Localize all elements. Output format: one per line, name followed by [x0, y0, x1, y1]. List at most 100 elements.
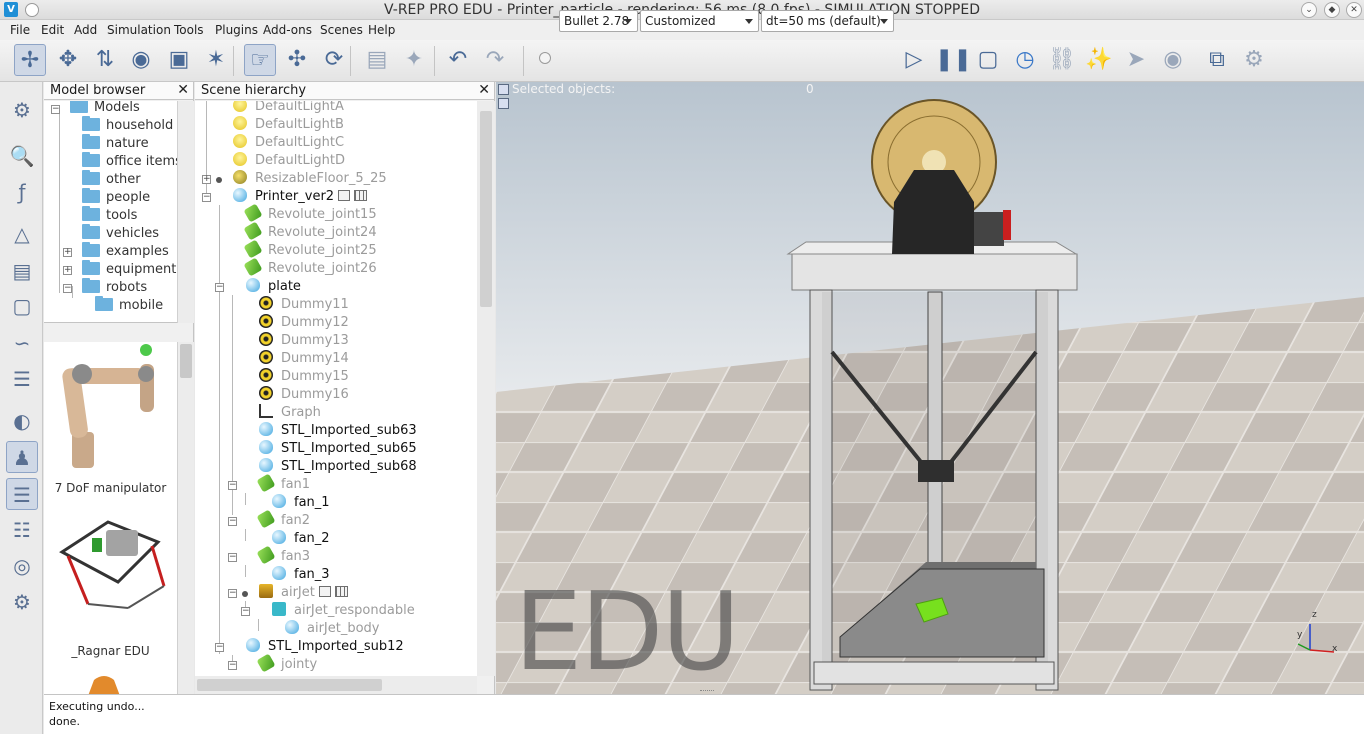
- tree-item-office-items[interactable]: office items: [82, 152, 177, 171]
- assemble-icon[interactable]: ▤: [361, 44, 393, 76]
- scene-tree-vscrollbar[interactable]: [477, 101, 495, 676]
- collapse-icon[interactable]: −: [202, 193, 211, 202]
- thumbnail-scrollbar[interactable]: [177, 342, 194, 694]
- collapse-icon[interactable]: −: [63, 284, 72, 293]
- scene-item-printer[interactable]: Printer_ver2: [233, 188, 368, 206]
- expand-icon[interactable]: +: [202, 175, 211, 184]
- scene-item-dummy[interactable]: Dummy11: [259, 296, 349, 314]
- menu-plugins[interactable]: Plugins: [215, 23, 258, 37]
- object-shift-icon[interactable]: ✣: [281, 44, 313, 76]
- selection-icon[interactable]: ▤: [6, 255, 38, 287]
- video-recorder-icon[interactable]: ◎: [6, 550, 38, 582]
- redo-icon[interactable]: ↷: [479, 44, 511, 76]
- scene-item-light[interactable]: DefaultLightD: [233, 152, 345, 170]
- scene-tree-hscrollbar[interactable]: [195, 676, 477, 694]
- object-rotate-icon[interactable]: ⟳: [318, 44, 350, 76]
- slow-down-icon[interactable]: ⛓: [1046, 44, 1078, 76]
- scene-item-light[interactable]: DefaultLightA: [233, 101, 344, 116]
- model-browser-icon[interactable]: ♟: [6, 441, 38, 473]
- scene-item-fan[interactable]: fan_2: [272, 530, 330, 548]
- timestep-select[interactable]: dt=50 ms (default): [761, 10, 894, 32]
- scene-item-plate[interactable]: plate: [246, 278, 301, 296]
- scene-selector-icon[interactable]: ⚙: [1238, 44, 1270, 76]
- collapse-icon[interactable]: −: [241, 607, 250, 616]
- tree-item-examples[interactable]: examples: [82, 242, 169, 261]
- scene-item-fan-joint[interactable]: fan1: [256, 473, 310, 494]
- pause-icon[interactable]: ❚❚: [935, 44, 972, 76]
- collapse-icon[interactable]: −: [228, 661, 237, 670]
- tree-item-mobile[interactable]: mobile: [95, 296, 163, 315]
- scroll-thumb[interactable]: [197, 679, 382, 691]
- camera-rotate-icon[interactable]: ✥: [52, 44, 84, 76]
- manipulator-thumbnail[interactable]: [52, 342, 172, 472]
- realtime-icon[interactable]: ◷: [1009, 44, 1041, 76]
- script-icon[interactable]: [338, 190, 351, 201]
- menu-scenes[interactable]: Scenes: [320, 23, 363, 37]
- scene-item-fan-joint[interactable]: fan3: [256, 545, 310, 566]
- scene-item-joint[interactable]: Revolute_joint25: [243, 239, 377, 260]
- ragnar-thumbnail[interactable]: [48, 512, 174, 622]
- scene-item-joint[interactable]: Revolute_joint26: [243, 257, 377, 278]
- scene-item-light[interactable]: DefaultLightC: [233, 134, 344, 152]
- menu-file[interactable]: File: [10, 23, 30, 37]
- scroll-thumb[interactable]: [180, 344, 192, 378]
- collapse-icon[interactable]: −: [228, 553, 237, 562]
- scene-hierarchy-icon[interactable]: ☰: [6, 478, 38, 510]
- stop-icon[interactable]: ▢: [972, 44, 1004, 76]
- collapse-icon[interactable]: −: [51, 105, 60, 114]
- visualization-icon[interactable]: ◉: [1157, 44, 1189, 76]
- scene-item-shape[interactable]: STL_Imported_sub63: [259, 422, 417, 440]
- engine-select[interactable]: Bullet 2.78: [559, 10, 638, 32]
- menu-addons[interactable]: Add-ons: [263, 23, 312, 37]
- layer-toggle-icon[interactable]: ☷: [6, 514, 38, 546]
- close-icon[interactable]: ✕: [478, 83, 490, 98]
- tree-item-vehicles[interactable]: vehicles: [82, 224, 159, 243]
- scene-item-dummy[interactable]: Dummy14: [259, 350, 349, 368]
- object-properties-icon[interactable]: ⚙: [6, 94, 38, 126]
- collapse-icon[interactable]: −: [215, 643, 224, 652]
- customization-icon[interactable]: [354, 190, 368, 201]
- undo-icon[interactable]: ↶: [442, 44, 474, 76]
- page-selector-icon[interactable]: ⧉: [1201, 44, 1233, 76]
- scene-viewport[interactable]: Selected objects: 0 EDU z y x: [496, 82, 1364, 694]
- scene-item-fan-joint[interactable]: fan2: [256, 509, 310, 530]
- tree-item-robots[interactable]: robots: [82, 278, 147, 297]
- camera-pan-icon[interactable]: ✢: [14, 44, 46, 76]
- manipulate-icon[interactable]: ✶: [200, 44, 232, 76]
- model-thumbnails[interactable]: 7 DoF manipulator _Ragnar EDU: [44, 342, 177, 694]
- scene-item-joint[interactable]: Revolute_joint15: [243, 203, 377, 224]
- scene-item-graph[interactable]: Graph: [259, 404, 321, 422]
- shapes-icon[interactable]: ◐: [6, 405, 38, 437]
- menu-tools[interactable]: Tools: [174, 23, 204, 37]
- scene-item-airjet[interactable]: airJet: [259, 584, 348, 602]
- script-icon[interactable]: [318, 586, 331, 597]
- menu-simulation[interactable]: Simulation: [107, 23, 171, 37]
- click-select-icon[interactable]: ☞: [244, 44, 276, 76]
- camera-angle-icon[interactable]: ◉: [125, 44, 157, 76]
- scene-item-dummy[interactable]: Dummy12: [259, 314, 349, 332]
- camera-shift-icon[interactable]: ⇅: [89, 44, 121, 76]
- collapse-icon[interactable]: −: [215, 283, 224, 292]
- path-edit-icon[interactable]: ∽: [6, 327, 38, 359]
- menu-add[interactable]: Add: [74, 23, 97, 37]
- restore-icon[interactable]: ◆: [1324, 2, 1340, 18]
- tree-item-tools[interactable]: tools: [82, 206, 137, 225]
- thread-icon[interactable]: ➤: [1120, 44, 1152, 76]
- minimize-icon[interactable]: ⌄: [1301, 2, 1317, 18]
- tree-item-equipment[interactable]: equipment: [82, 260, 176, 279]
- scene-item-dummy[interactable]: Dummy13: [259, 332, 349, 350]
- physics-toggle[interactable]: [539, 52, 551, 64]
- calculation-modules-icon[interactable]: 🔍: [6, 140, 38, 172]
- tree-item-models[interactable]: Models: [70, 101, 140, 117]
- scene-tree[interactable]: DefaultLightA DefaultLightB DefaultLight…: [195, 101, 477, 676]
- scripts-icon[interactable]: ƒ: [6, 176, 38, 208]
- tree-item-household[interactable]: household: [82, 116, 173, 135]
- model-tree-scrollbar[interactable]: [177, 101, 194, 323]
- scene-item-joint[interactable]: jointy: [256, 653, 317, 674]
- shape-edit-icon[interactable]: △: [6, 218, 38, 250]
- expand-icon[interactable]: +: [63, 248, 72, 257]
- tree-item-nature[interactable]: nature: [82, 134, 149, 153]
- tree-item-other[interactable]: other: [82, 170, 141, 189]
- collapse-icon[interactable]: −: [228, 517, 237, 526]
- layers-icon[interactable]: ☰: [6, 363, 38, 395]
